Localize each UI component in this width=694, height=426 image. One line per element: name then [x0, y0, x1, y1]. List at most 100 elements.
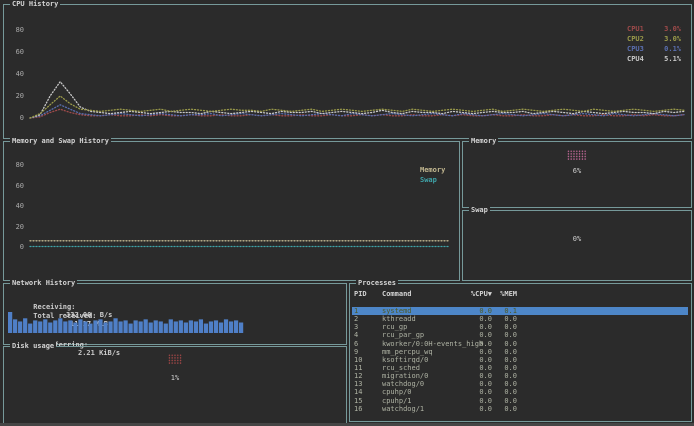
- process-row[interactable]: 6kworker/0:0H-events_high0.00.0: [352, 340, 688, 348]
- cpu-legend-label: CPU4: [627, 55, 644, 63]
- process-cmd: rcu_gp: [382, 323, 407, 331]
- memory-swap-history-chart: [26, 150, 454, 262]
- process-mem: 0.0: [477, 315, 517, 323]
- y-axis-tick: 0: [10, 114, 24, 122]
- process-pid: 4: [354, 331, 378, 339]
- process-mem: 0.0: [477, 340, 517, 348]
- y-axis-tick: 20: [10, 223, 24, 231]
- cpu-legend-value: 3.0%: [664, 35, 681, 43]
- process-row[interactable]: 15cpuhp/10.00.0: [352, 397, 688, 405]
- cpu-legend-value: 5.1%: [664, 55, 681, 63]
- disk-usage-title: Disk usage: [10, 342, 56, 350]
- process-pid: 12: [354, 372, 378, 380]
- process-cmd: cpuhp/1: [382, 397, 412, 405]
- cpu-legend-label: CPU1: [627, 25, 644, 33]
- process-row[interactable]: 2kthreadd0.00.0: [352, 315, 688, 323]
- process-row[interactable]: 4rcu_par_gp0.00.0: [352, 331, 688, 339]
- cpu-legend-item: CPU1 3.0%: [627, 25, 681, 33]
- memory-gauge-panel: Memory 6%: [462, 141, 692, 208]
- y-axis-tick: 80: [10, 161, 24, 169]
- process-mem: 0.0: [477, 364, 517, 372]
- processes-title: Processes: [356, 279, 398, 287]
- process-cmd: rcu_par_gp: [382, 331, 424, 339]
- process-row[interactable]: 11rcu_sched0.00.0: [352, 364, 688, 372]
- network-receive-sparkline: [8, 311, 244, 333]
- swap-gauge-title: Swap: [469, 206, 490, 214]
- network-history-panel: Network History Receiving: 332.00 B/s To…: [3, 283, 347, 345]
- cpu-legend-value: 3.0%: [664, 25, 681, 33]
- processes-header-row: PID Command %CPU▼ %MEM: [352, 290, 688, 299]
- process-pid: 1: [354, 307, 378, 315]
- process-mem: 0.0: [477, 348, 517, 356]
- process-pid: 6: [354, 340, 378, 348]
- process-cmd: ksoftirqd/0: [382, 356, 428, 364]
- process-row[interactable]: 12migration/00.00.0: [352, 372, 688, 380]
- process-pid: 10: [354, 356, 378, 364]
- cpu-legend-label: CPU2: [627, 35, 644, 43]
- processes-panel: Processes PID Command %CPU▼ %MEM 1system…: [349, 283, 692, 422]
- process-row[interactable]: 10ksoftirqd/00.00.0: [352, 356, 688, 364]
- swap-gauge-panel: Swap 0%: [462, 210, 692, 281]
- cpu-history-title: CPU History: [10, 0, 60, 8]
- disk-gauge-dots: [168, 354, 182, 364]
- memory-swap-history-title: Memory and Swap History: [10, 137, 111, 145]
- process-mem: 0.0: [477, 331, 517, 339]
- memswap-legend-item: Memory: [420, 166, 445, 174]
- process-pid: 9: [354, 348, 378, 356]
- process-mem: 0.0: [477, 397, 517, 405]
- cpu-legend-item: CPU3 0.1%: [627, 45, 681, 53]
- process-cmd: kthreadd: [382, 315, 416, 323]
- process-row[interactable]: 16watchdog/10.00.0: [352, 405, 688, 413]
- column-header-pid: PID: [354, 290, 378, 298]
- process-cmd: rcu_sched: [382, 364, 420, 372]
- memory-gauge-title: Memory: [469, 137, 498, 145]
- process-cmd: mm_percpu_wq: [382, 348, 433, 356]
- cpu-legend-value: 0.1%: [664, 45, 681, 53]
- cpu-legend-item: CPU2 3.0%: [627, 35, 681, 43]
- process-pid: 11: [354, 364, 378, 372]
- network-history-title: Network History: [10, 279, 77, 287]
- process-cmd: watchdog/0: [382, 380, 424, 388]
- column-header-mem: %MEM: [477, 290, 517, 298]
- process-cmd: watchdog/1: [382, 405, 424, 413]
- disk-usage-value: 1%: [4, 374, 346, 382]
- process-pid: 14: [354, 388, 378, 396]
- process-cmd: cpuhp/0: [382, 388, 412, 396]
- process-mem: 0.0: [477, 405, 517, 413]
- process-pid: 15: [354, 397, 378, 405]
- process-pid: 16: [354, 405, 378, 413]
- process-mem: 0.0: [477, 356, 517, 364]
- process-cmd: migration/0: [382, 372, 428, 380]
- y-axis-tick: 80: [10, 26, 24, 34]
- column-header-command: Command: [382, 290, 412, 298]
- process-list: 1systemd0.00.12kthreadd0.00.03rcu_gp0.00…: [352, 307, 688, 419]
- cpu-legend-item: CPU4 5.1%: [627, 55, 681, 63]
- swap-usage-value: 0%: [463, 235, 691, 243]
- process-mem: 0.0: [477, 388, 517, 396]
- process-row[interactable]: 3rcu_gp0.00.0: [352, 323, 688, 331]
- y-axis-tick: 60: [10, 182, 24, 190]
- process-mem: 0.0: [477, 372, 517, 380]
- process-pid: 13: [354, 380, 378, 388]
- process-mem: 0.0: [477, 380, 517, 388]
- y-axis-tick: 20: [10, 92, 24, 100]
- cpu-history-panel: CPU History CPU13.0%CPU23.0%CPU30.1%CPU4…: [3, 4, 692, 139]
- cpu-history-chart: [26, 13, 688, 131]
- process-mem: 0.1: [477, 307, 517, 315]
- process-row[interactable]: 13watchdog/00.00.0: [352, 380, 688, 388]
- system-monitor-screen: CPU History CPU1 3.0% CPU2 3.0% CPU3 0.1% CPU4…: [0, 0, 694, 426]
- y-axis-tick: 0: [10, 243, 24, 251]
- process-pid: 3: [354, 323, 378, 331]
- memory-swap-history-panel: Memory and Swap History MemorySwap 02040…: [3, 141, 460, 281]
- process-row-selected[interactable]: 1systemd0.00.1: [352, 307, 688, 315]
- memswap-legend-item: Swap: [420, 176, 437, 184]
- cpu-legend-label: CPU3: [627, 45, 644, 53]
- process-row[interactable]: 14cpuhp/00.00.0: [352, 388, 688, 396]
- memory-usage-value: 6%: [463, 167, 691, 175]
- process-mem: 0.0: [477, 323, 517, 331]
- y-axis-tick: 60: [10, 48, 24, 56]
- y-axis-tick: 40: [10, 202, 24, 210]
- y-axis-tick: 40: [10, 70, 24, 78]
- process-row[interactable]: 9mm_percpu_wq0.00.0: [352, 348, 688, 356]
- process-cmd: systemd: [382, 307, 412, 315]
